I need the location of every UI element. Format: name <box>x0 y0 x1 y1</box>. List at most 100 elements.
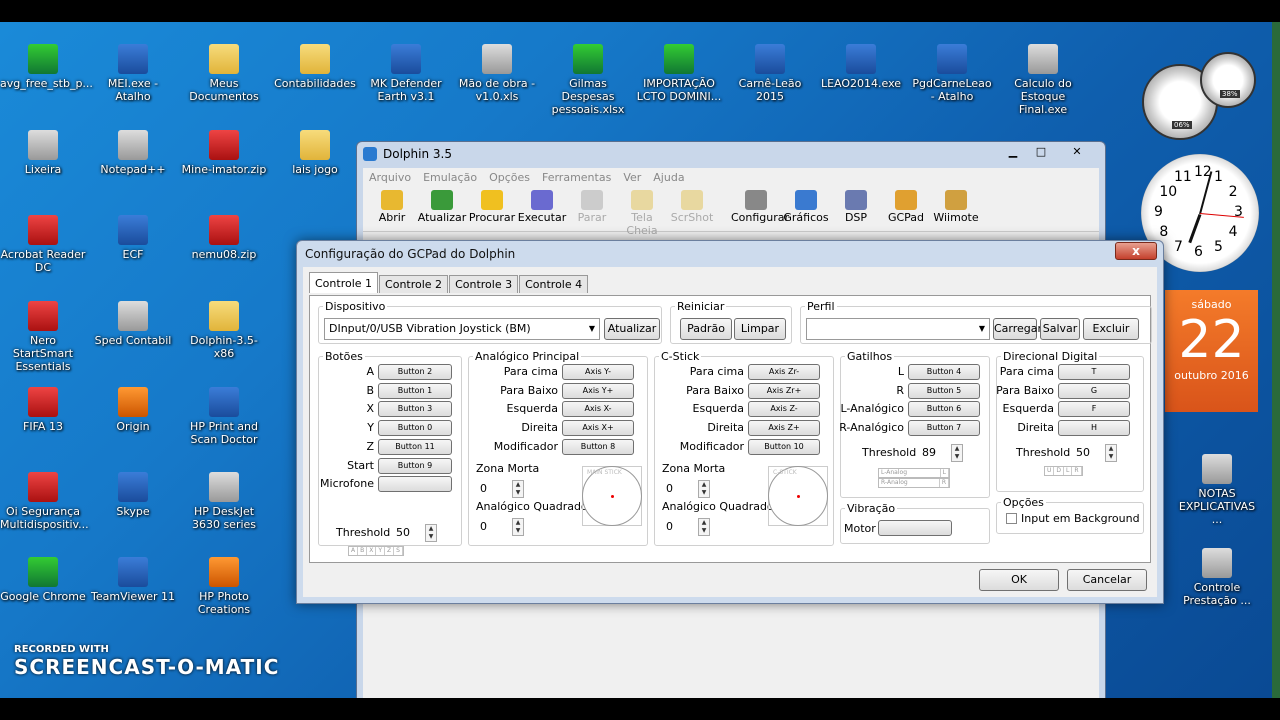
analog-binding-button[interactable]: Button 8 <box>562 438 634 455</box>
toolbar-button-4[interactable]: Parar <box>567 188 617 231</box>
tab-controle-2[interactable]: Controle 2 <box>379 275 449 293</box>
analog-zona-value[interactable]: 0 <box>480 482 487 495</box>
desktop-icon[interactable]: Lixeira <box>0 130 86 176</box>
botoes-binding-button[interactable] <box>378 476 452 493</box>
desktop-icon[interactable]: Meus Documentos <box>181 44 267 103</box>
desktop-icon[interactable]: Oi Segurança Multidispositiv... <box>0 472 89 531</box>
tab-controle-3[interactable]: Controle 3 <box>449 275 519 293</box>
desktop-icon[interactable]: nemu08.zip <box>181 215 267 261</box>
botoes-binding-button[interactable]: Button 11 <box>378 438 452 455</box>
menu-item-0[interactable]: Arquivo <box>369 168 411 188</box>
desktop-icon[interactable]: TeamViewer 11 <box>90 557 176 603</box>
delete-profile-button[interactable]: Excluir <box>1083 318 1139 340</box>
direcional-binding-button[interactable]: H <box>1058 420 1130 437</box>
toolbar-button-5[interactable]: Tela Cheia <box>617 188 667 237</box>
desktop-icon[interactable]: MEI.exe - Atalho <box>90 44 176 103</box>
desktop-icon[interactable]: MK Defender Earth v3.1 <box>363 44 449 103</box>
botoes-threshold-value[interactable]: 50 <box>396 526 410 539</box>
toolbar-button-10[interactable]: GCPad <box>881 188 931 231</box>
desktop-icon[interactable]: Origin <box>90 387 176 433</box>
gatilhos-threshold-value[interactable]: 89 <box>922 446 936 459</box>
desktop-icon[interactable]: lais jogo <box>272 130 358 176</box>
direcional-binding-button[interactable]: T <box>1058 364 1130 380</box>
desktop-icon[interactable]: Contabilidades <box>272 44 358 90</box>
desktop-icon[interactable]: Mão de obra -v1.0.xls <box>454 44 540 103</box>
default-button[interactable]: Padrão <box>680 318 732 340</box>
analog-quad-spinner[interactable]: ▲ ▼ <box>512 518 524 536</box>
device-select[interactable]: DInput/0/USB Vibration Joystick (BM) ▼ <box>324 318 600 340</box>
desktop-icon[interactable]: Sped Contabil <box>90 301 176 347</box>
menu-item-1[interactable]: Emulação <box>423 168 477 188</box>
desktop-icon[interactable]: Mine-imator.zip <box>181 130 267 176</box>
motor-binding-button[interactable] <box>878 520 952 536</box>
tab-controle-4[interactable]: Controle 4 <box>519 275 589 293</box>
memory-meter-gadget[interactable]: 38% <box>1200 52 1256 108</box>
botoes-binding-button[interactable]: Button 1 <box>378 382 452 399</box>
botoes-threshold-spinner[interactable]: ▲ ▼ <box>425 524 437 542</box>
menu-item-3[interactable]: Ferramentas <box>542 168 611 188</box>
direcional-threshold-spinner[interactable]: ▲ ▼ <box>1105 444 1117 462</box>
cstick-zona-spinner[interactable]: ▲ ▼ <box>698 480 710 498</box>
toolbar-button-8[interactable]: Gráficos <box>781 188 831 231</box>
cstick-quad-value[interactable]: 0 <box>666 520 673 533</box>
cstick-quad-spinner[interactable]: ▲ ▼ <box>698 518 710 536</box>
desktop-icon[interactable]: NOTAS EXPLICATIVAS ... <box>1174 454 1260 526</box>
desktop-icon[interactable]: Notepad++ <box>90 130 176 176</box>
toolbar-button-3[interactable]: Executar <box>517 188 567 231</box>
botoes-binding-button[interactable]: Button 9 <box>378 457 452 474</box>
background-input-checkbox[interactable] <box>1006 513 1017 524</box>
menu-item-2[interactable]: Opções <box>489 168 530 188</box>
close-button[interactable]: ✕ <box>1063 144 1091 160</box>
toolbar-button-6[interactable]: ScrShot <box>667 188 717 231</box>
cstick-zona-value[interactable]: 0 <box>666 482 673 495</box>
profile-select[interactable]: ▼ <box>806 318 990 340</box>
analog-binding-button[interactable]: Axis Y- <box>562 364 634 380</box>
analog-binding-button[interactable]: Axis Y+ <box>562 382 634 399</box>
botoes-binding-button[interactable]: Button 2 <box>378 364 452 380</box>
desktop-icon[interactable]: FIFA 13 <box>0 387 86 433</box>
desktop-icon[interactable]: HP DeskJet 3630 series <box>181 472 267 531</box>
desktop-icon[interactable]: IMPORTAÇÃO LCTO DOMINI... <box>636 44 722 103</box>
desktop-icon[interactable]: Acrobat Reader DC <box>0 215 86 274</box>
direcional-binding-button[interactable]: F <box>1058 401 1130 418</box>
desktop-icon[interactable]: LEAO2014.exe <box>818 44 904 90</box>
toolbar-button-9[interactable]: DSP <box>831 188 881 231</box>
calendar-gadget[interactable]: sábado 22 outubro 2016 <box>1165 290 1258 412</box>
refresh-device-button[interactable]: Atualizar <box>604 318 660 340</box>
desktop-icon[interactable]: Calculo do Estoque Final.exe <box>1000 44 1086 116</box>
direcional-threshold-value[interactable]: 50 <box>1076 446 1090 459</box>
tab-controle-1[interactable]: Controle 1 <box>309 272 379 293</box>
toolbar-button-7[interactable]: Configurar <box>731 188 789 231</box>
analog-zona-spinner[interactable]: ▲ ▼ <box>512 480 524 498</box>
minimize-button[interactable]: ▁ <box>999 144 1027 160</box>
desktop-icon[interactable]: avg_free_stb_p... <box>0 44 93 90</box>
background-input-option[interactable]: Input em Background <box>1006 512 1140 525</box>
cstick-binding-button[interactable]: Axis Zr+ <box>748 382 820 399</box>
toolbar-button-2[interactable]: Procurar <box>467 188 517 231</box>
toolbar-button-11[interactable]: Wiimote <box>931 188 981 231</box>
cstick-binding-button[interactable]: Axis Zr- <box>748 364 820 380</box>
analog-quad-value[interactable]: 0 <box>480 520 487 533</box>
desktop-icon[interactable]: ECF <box>90 215 176 261</box>
botoes-binding-button[interactable]: Button 3 <box>378 401 452 418</box>
desktop-icon[interactable]: Controle Prestação ... <box>1174 548 1260 607</box>
desktop-icon[interactable]: Dolphin-3.5-x86 <box>181 301 267 360</box>
cstick-binding-button[interactable]: Button 10 <box>748 438 820 455</box>
cstick-binding-button[interactable]: Axis Z+ <box>748 420 820 437</box>
menu-item-5[interactable]: Ajuda <box>653 168 684 188</box>
gcpad-config-dialog[interactable]: Configuração do GCPad do Dolphin x Contr… <box>296 240 1164 604</box>
toolbar-button-1[interactable]: Atualizar <box>417 188 467 231</box>
desktop-icon[interactable]: Google Chrome <box>0 557 86 603</box>
menu-item-4[interactable]: Ver <box>623 168 641 188</box>
clear-button[interactable]: Limpar <box>734 318 786 340</box>
desktop-icon[interactable]: HP Photo Creations <box>181 557 267 616</box>
desktop-icon[interactable]: PgdCarneLeao - Atalho <box>909 44 995 103</box>
maximize-button[interactable]: □ <box>1027 144 1055 160</box>
botoes-binding-button[interactable]: Button 0 <box>378 420 452 437</box>
toolbar-button-0[interactable]: Abrir <box>367 188 417 231</box>
desktop-icon[interactable]: Gilmas Despesas pessoais.xlsx <box>545 44 631 116</box>
cstick-binding-button[interactable]: Axis Z- <box>748 401 820 418</box>
desktop-icon[interactable]: Nero StartSmart Essentials <box>0 301 86 373</box>
desktop-icon[interactable]: HP Print and Scan Doctor <box>181 387 267 446</box>
dialog-close-button[interactable]: x <box>1115 242 1157 260</box>
